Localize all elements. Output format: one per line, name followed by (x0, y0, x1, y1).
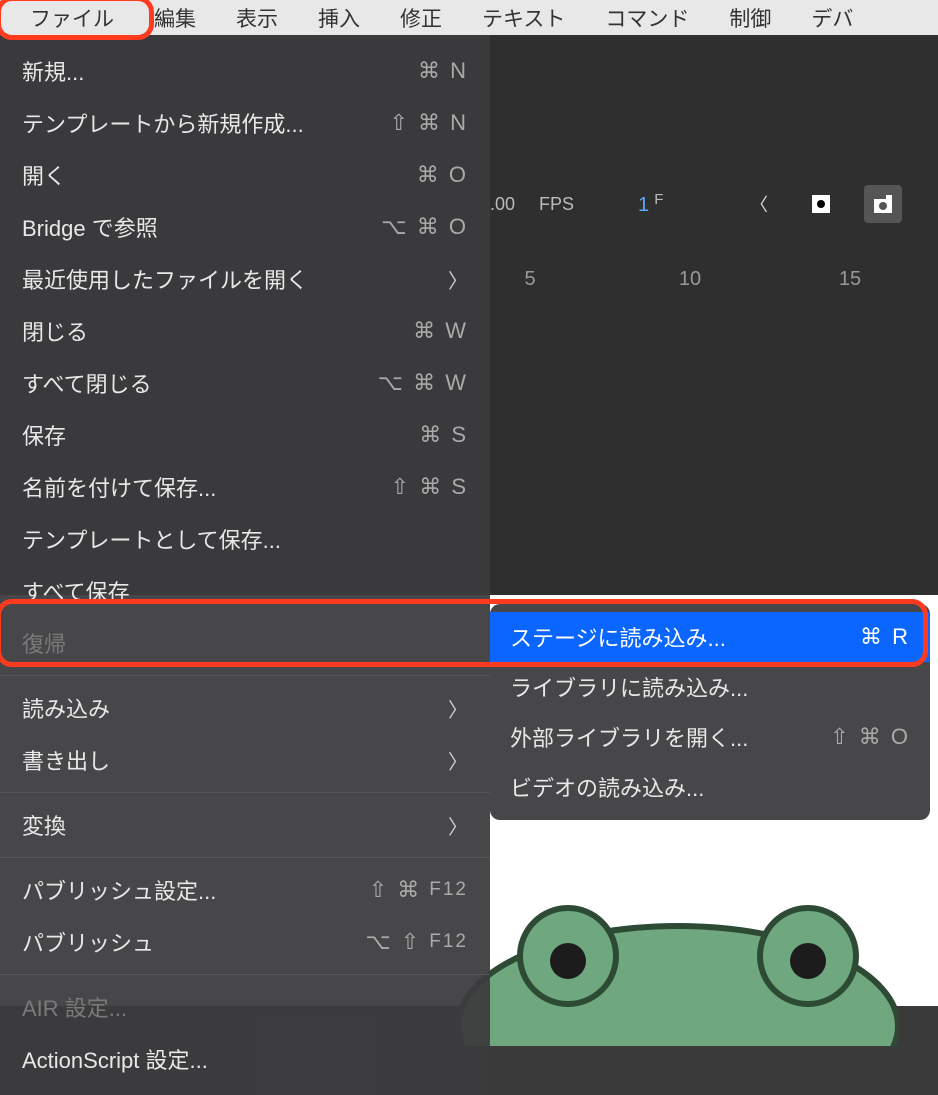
chevron-right-icon: 〉 (448, 265, 468, 294)
menu-item-label: 開く (22, 159, 66, 191)
submenu-item-label: ライブラリに読み込み... (510, 671, 748, 703)
menu-modify[interactable]: 修正 (380, 0, 462, 37)
menu-view[interactable]: 表示 (216, 0, 298, 37)
menu-item-label: 読み込み (22, 692, 110, 724)
submenu-item-label: 外部ライブラリを開く... (510, 721, 748, 753)
menu-item[interactable]: パブリッシュ ⌥ ⇧F12 (0, 916, 490, 968)
menu-separator (0, 675, 490, 676)
menu-item-shortcut: ⌘ W (413, 318, 468, 344)
menu-separator (0, 857, 490, 858)
chevron-right-icon: 〉 (448, 694, 468, 723)
menu-item-shortcut: ⇧ ⌘ S (391, 474, 468, 500)
menu-commands[interactable]: コマンド (585, 0, 709, 37)
submenu-item[interactable]: ビデオの読み込み... (490, 762, 930, 812)
menu-item[interactable]: テンプレートから新規作成... ⇧ ⌘ N (0, 97, 490, 149)
menu-item-shortcut: ⌥ ⌘ O (381, 214, 468, 240)
menu-edit[interactable]: 編集 (134, 0, 216, 37)
menu-item-shortcut: ⌘ S (419, 422, 468, 448)
menu-item: AIR 設定... (0, 981, 490, 1033)
menu-item-label: ActionScript 設定... (22, 1043, 208, 1075)
menu-file[interactable]: ファイル (10, 0, 134, 37)
menu-item-label: 復帰 (22, 627, 66, 659)
menu-item[interactable]: テンプレートとして保存... (0, 513, 490, 565)
menu-item[interactable]: すべて閉じる ⌥ ⌘ W (0, 357, 490, 409)
menu-item[interactable]: 最近使用したファイルを開く 〉 (0, 253, 490, 305)
menu-item-label: Bridge で参照 (22, 211, 158, 243)
menu-item-shortcut: ⌥ ⇧F12 (365, 929, 468, 955)
menu-item-label: 名前を付けて保存... (22, 471, 216, 503)
submenu-item-label: ビデオの読み込み... (510, 771, 704, 803)
menu-item[interactable]: 読み込み 〉 (0, 682, 490, 734)
menu-control[interactable]: 制御 (709, 0, 791, 37)
timeline-ruler: 5 10 15 (490, 268, 938, 308)
menu-item: 復帰 (0, 617, 490, 669)
menu-item[interactable]: 変換 〉 (0, 799, 490, 851)
submenu-item[interactable]: ライブラリに読み込み... (490, 662, 930, 712)
menu-item-shortcut: ⌘ O (417, 162, 468, 188)
menu-text[interactable]: テキスト (462, 0, 585, 37)
time-display: .00 (490, 194, 515, 215)
fps-label: FPS (539, 194, 574, 215)
ruler-mark: 5 (510, 268, 550, 308)
menubar: ファイル 編集 表示 挿入 修正 テキスト コマンド 制御 デバ (0, 0, 938, 35)
menu-item-label: テンプレートとして保存... (22, 523, 281, 555)
menu-item-label: AIR 設定... (22, 991, 127, 1023)
ruler-mark: 15 (830, 268, 870, 308)
menu-item[interactable]: 開く ⌘ O (0, 149, 490, 201)
submenu-item-label: ステージに読み込み... (510, 621, 726, 653)
submenu-item[interactable]: ステージに読み込み... ⌘ R (490, 612, 930, 662)
menu-item[interactable]: 名前を付けて保存... ⇧ ⌘ S (0, 461, 490, 513)
menu-item-shortcut: ⇧ ⌘F12 (369, 877, 468, 903)
submenu-item-shortcut: ⇧ ⌘ O (830, 724, 910, 750)
ruler-mark: 10 (670, 268, 710, 308)
menu-item[interactable]: パブリッシュ設定... ⇧ ⌘F12 (0, 864, 490, 916)
menu-item[interactable]: ActionScript 設定... (0, 1033, 490, 1085)
menu-item-label: 最近使用したファイルを開く (22, 263, 308, 295)
menu-item[interactable]: Bridge で参照 ⌥ ⌘ O (0, 201, 490, 253)
frame-suffix: F (654, 191, 663, 208)
menu-item[interactable]: 閉じる ⌘ W (0, 305, 490, 357)
menu-item-label: 書き出し (22, 744, 110, 776)
menu-item-label: すべて閉じる (22, 367, 152, 399)
menu-separator (0, 974, 490, 975)
menu-item-label: パブリッシュ (22, 926, 154, 958)
menu-item-shortcut: ⌘ N (418, 58, 468, 84)
menu-item-label: 新規... (22, 55, 84, 87)
menu-item-label: パブリッシュ設定... (22, 874, 216, 906)
menu-item-shortcut: ⌥ ⌘ W (378, 370, 468, 396)
menu-separator (0, 792, 490, 793)
menu-insert[interactable]: 挿入 (298, 0, 380, 37)
file-menu-dropdown: 新規... ⌘ N テンプレートから新規作成... ⇧ ⌘ N 開く ⌘ O Bridge … (0, 35, 490, 1095)
submenu-item-shortcut: ⌘ R (860, 624, 910, 650)
menu-item-label: 変換 (22, 809, 66, 841)
menu-item[interactable]: 書き出し 〉 (0, 734, 490, 786)
menu-item[interactable]: すべて保存 (0, 565, 490, 617)
menu-item[interactable]: 新規... ⌘ N (0, 45, 490, 97)
timeline-toolbar: .00 FPS 1 F 〈 (490, 180, 938, 228)
camera-icon[interactable] (864, 185, 902, 223)
current-frame-number: 1 (638, 194, 649, 216)
menu-item-label: テンプレートから新規作成... (22, 107, 304, 139)
chevron-left-icon[interactable]: 〈 (740, 185, 778, 223)
menu-item[interactable]: 保存 ⌘ S (0, 409, 490, 461)
chevron-right-icon: 〉 (448, 746, 468, 775)
submenu-item[interactable]: 外部ライブラリを開く... ⇧ ⌘ O (490, 712, 930, 762)
import-submenu: ステージに読み込み... ⌘ R ライブラリに読み込み... 外部ライブラリを開く..… (490, 604, 930, 820)
menu-item-shortcut: ⇧ ⌘ N (389, 110, 468, 136)
menu-item-label: 閉じる (22, 315, 88, 347)
menu-debug[interactable]: デバ (791, 0, 873, 37)
menu-item-label: 保存 (22, 419, 66, 451)
chevron-right-icon: 〉 (448, 811, 468, 840)
record-icon[interactable] (802, 185, 840, 223)
menu-item-label: すべて保存 (22, 575, 130, 607)
